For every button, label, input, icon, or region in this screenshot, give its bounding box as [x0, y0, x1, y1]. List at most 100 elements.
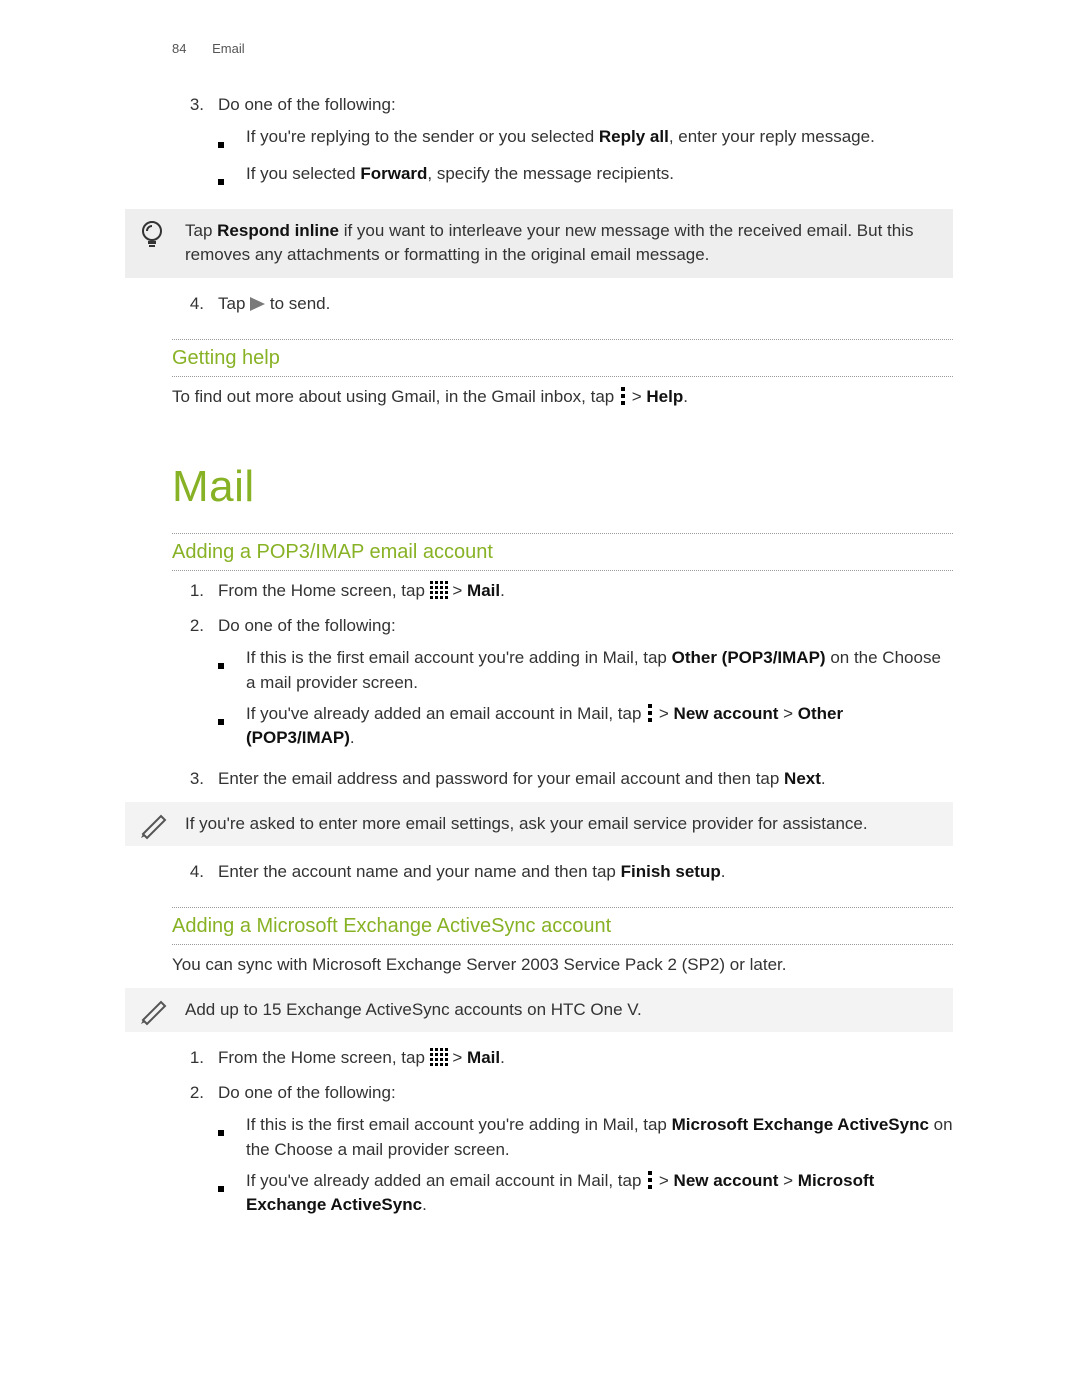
note-text: Add up to 15 Exchange ActiveSync account…	[185, 1000, 642, 1019]
bold-text: Help	[646, 387, 683, 406]
step-number: 2.	[172, 614, 218, 757]
text: , enter your reply message.	[669, 127, 875, 146]
text: To find out more about using Gmail, in t…	[172, 387, 619, 406]
text: If you selected	[246, 164, 360, 183]
bold-text: Mail	[467, 581, 500, 600]
steps-send: 4. Tap to send.	[172, 292, 953, 317]
apps-grid-icon	[430, 581, 448, 599]
section-pop3: Adding a POP3/IMAP email account	[172, 533, 953, 571]
text: >	[632, 387, 647, 406]
step-number: 1.	[172, 1046, 218, 1071]
step-3-lead: Do one of the following:	[218, 95, 396, 114]
text: , specify the message recipients.	[427, 164, 674, 183]
pop3-step-3: 3. Enter the email address and password …	[172, 767, 953, 792]
pop3-step-2: 2. Do one of the following: If this is t…	[172, 614, 953, 757]
text: .	[821, 769, 826, 788]
text: From the Home screen, tap	[218, 581, 430, 600]
bold-text: Microsoft Exchange ActiveSync	[672, 1115, 929, 1134]
note-callout: If you're asked to enter more email sett…	[125, 802, 953, 847]
overflow-menu-icon	[619, 387, 627, 405]
list-item: If you've already added an email account…	[218, 702, 953, 751]
text: >	[452, 1048, 467, 1067]
bullet-icon	[218, 125, 246, 156]
getting-help-text: To find out more about using Gmail, in t…	[172, 385, 953, 410]
overflow-menu-icon	[646, 1171, 654, 1189]
step-number: 1.	[172, 579, 218, 604]
pop3-step-4: 4. Enter the account name and your name …	[172, 860, 953, 885]
text: Do one of the following:	[218, 1083, 396, 1102]
step-number: 3.	[172, 93, 218, 199]
exchange-step2-bullets: If this is the first email account you'r…	[218, 1113, 953, 1218]
bullet-icon	[218, 702, 246, 751]
text: If this is the first email account you'r…	[246, 648, 672, 667]
step-3: 3. Do one of the following: If you're re…	[172, 93, 953, 199]
text: Tap	[218, 294, 250, 313]
text: Enter the email address and password for…	[218, 769, 784, 788]
exchange-steps: 1. From the Home screen, tap > Mail. 2. …	[172, 1046, 953, 1224]
text: >	[778, 1171, 797, 1190]
pop3-steps: 1. From the Home screen, tap > Mail. 2. …	[172, 579, 953, 791]
exchange-intro: You can sync with Microsoft Exchange Ser…	[172, 953, 953, 978]
text: >	[659, 704, 674, 723]
heading-mail: Mail	[172, 455, 953, 519]
text: .	[500, 581, 505, 600]
text: If this is the first email account you'r…	[246, 1115, 672, 1134]
list-item: If this is the first email account you'r…	[218, 1113, 953, 1162]
text: .	[500, 1048, 505, 1067]
text: .	[422, 1195, 427, 1214]
text: Enter the account name and your name and…	[218, 862, 621, 881]
document-page: 84 Email 3. Do one of the following: If …	[0, 0, 1080, 1397]
text: From the Home screen, tap	[218, 1048, 430, 1067]
pop3-step-4-list: 4. Enter the account name and your name …	[172, 860, 953, 885]
exchange-step-2: 2. Do one of the following: If this is t…	[172, 1081, 953, 1224]
list-item: If you selected Forward, specify the mes…	[218, 162, 953, 193]
bold-text: Respond inline	[217, 221, 339, 240]
bold-text: Finish setup	[621, 862, 721, 881]
bullet-icon	[218, 1169, 246, 1218]
section-getting-help: Getting help	[172, 339, 953, 377]
bold-text: New account	[674, 704, 779, 723]
text: .	[683, 387, 688, 406]
text: .	[721, 862, 726, 881]
steps-top: 3. Do one of the following: If you're re…	[172, 93, 953, 199]
step-4: 4. Tap to send.	[172, 292, 953, 317]
bullet-icon	[218, 1113, 246, 1162]
list-item: If this is the first email account you'r…	[218, 646, 953, 695]
pencil-icon	[139, 998, 169, 1028]
text: Tap	[185, 221, 217, 240]
text: to send.	[270, 294, 331, 313]
bold-text: Next	[784, 769, 821, 788]
page-header: 84 Email	[172, 40, 953, 59]
step-3-bullets: If you're replying to the sender or you …	[218, 125, 953, 192]
text: >	[778, 704, 797, 723]
step-number: 4.	[172, 860, 218, 885]
bold-text: Other (POP3/IMAP)	[672, 648, 826, 667]
text: >	[659, 1171, 674, 1190]
pencil-icon	[139, 812, 169, 842]
bold-text: Mail	[467, 1048, 500, 1067]
text: Do one of the following:	[218, 616, 396, 635]
note-callout-exchange: Add up to 15 Exchange ActiveSync account…	[125, 988, 953, 1033]
text: If you're replying to the sender or you …	[246, 127, 599, 146]
bullet-icon	[218, 162, 246, 193]
text: >	[452, 581, 467, 600]
text: If you've already added an email account…	[246, 1171, 646, 1190]
list-item: If you've already added an email account…	[218, 1169, 953, 1218]
send-icon	[250, 297, 265, 311]
exchange-step-1: 1. From the Home screen, tap > Mail.	[172, 1046, 953, 1071]
overflow-menu-icon	[646, 704, 654, 722]
list-item: If you're replying to the sender or you …	[218, 125, 953, 156]
lightbulb-icon	[139, 219, 165, 251]
text: If you've already added an email account…	[246, 704, 646, 723]
pop3-step-1: 1. From the Home screen, tap > Mail.	[172, 579, 953, 604]
page-number: 84	[172, 40, 186, 59]
step-number: 2.	[172, 1081, 218, 1224]
step-number: 3.	[172, 767, 218, 792]
header-section: Email	[212, 41, 245, 56]
bold-text: New account	[674, 1171, 779, 1190]
section-exchange: Adding a Microsoft Exchange ActiveSync a…	[172, 907, 953, 945]
pop3-step2-bullets: If this is the first email account you'r…	[218, 646, 953, 751]
bullet-icon	[218, 646, 246, 695]
tip-callout: Tap Respond inline if you want to interl…	[125, 209, 953, 278]
bold-text: Reply all	[599, 127, 669, 146]
